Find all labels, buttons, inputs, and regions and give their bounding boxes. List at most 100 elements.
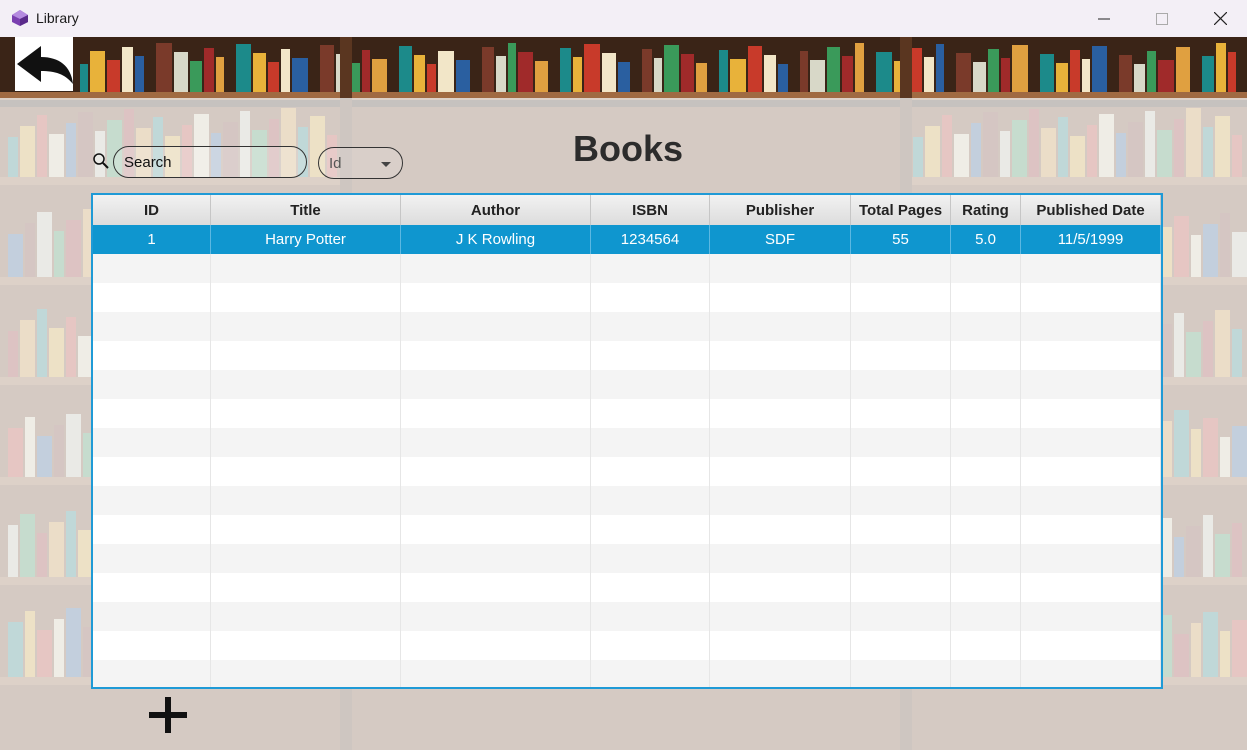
add-book-button[interactable] — [148, 696, 188, 734]
empty-cell — [851, 428, 951, 457]
decorative-book — [1056, 63, 1068, 92]
plus-icon — [149, 697, 187, 733]
empty-cell — [591, 254, 710, 283]
decorative-book — [399, 46, 412, 92]
cell-published-date: 11/5/1999 — [1021, 225, 1161, 254]
empty-cell — [591, 660, 710, 687]
empty-cell — [1021, 602, 1161, 631]
empty-cell — [211, 312, 401, 341]
empty-cell — [591, 544, 710, 573]
back-button[interactable] — [15, 42, 75, 88]
empty-cell — [710, 283, 851, 312]
column-header-isbn[interactable]: ISBN — [591, 195, 710, 225]
empty-cell — [851, 254, 951, 283]
empty-table-row — [93, 399, 1161, 428]
decorative-book — [800, 51, 808, 92]
empty-cell — [93, 573, 211, 602]
decorative-book — [936, 44, 944, 92]
empty-cell — [710, 399, 851, 428]
empty-cell — [401, 283, 591, 312]
empty-cell — [951, 457, 1021, 486]
table-row[interactable]: 1 Harry Potter J K Rowling 1234564 SDF 5… — [93, 225, 1161, 254]
empty-cell — [1021, 370, 1161, 399]
empty-cell — [951, 544, 1021, 573]
column-header-total-pages[interactable]: Total Pages — [851, 195, 951, 225]
empty-cell — [710, 573, 851, 602]
empty-cell — [951, 660, 1021, 687]
empty-cell — [591, 399, 710, 428]
cell-rating: 5.0 — [951, 225, 1021, 254]
empty-cell — [951, 573, 1021, 602]
empty-cell — [401, 254, 591, 283]
search-input[interactable] — [113, 146, 307, 178]
decorative-book — [842, 56, 853, 92]
empty-cell — [93, 602, 211, 631]
search-icon — [93, 153, 109, 169]
decorative-book — [320, 45, 334, 92]
decorative-book — [236, 44, 251, 92]
empty-cell — [211, 428, 401, 457]
decorative-book — [730, 59, 746, 92]
cell-total-pages: 55 — [851, 225, 951, 254]
back-arrow-icon — [17, 46, 73, 84]
maximize-button[interactable] — [1133, 0, 1191, 37]
search-field-select[interactable]: Id — [318, 147, 403, 179]
empty-cell — [851, 544, 951, 573]
decorative-book — [122, 47, 133, 92]
empty-cell — [851, 341, 951, 370]
decorative-book — [518, 52, 533, 92]
column-header-publisher[interactable]: Publisher — [710, 195, 851, 225]
chevron-down-icon — [381, 162, 391, 167]
empty-cell — [1021, 341, 1161, 370]
decorative-book — [535, 61, 548, 92]
empty-cell — [401, 370, 591, 399]
empty-cell — [401, 486, 591, 515]
empty-table-row — [93, 515, 1161, 544]
empty-cell — [93, 631, 211, 660]
decorative-book — [1119, 55, 1132, 92]
empty-cell — [1021, 312, 1161, 341]
empty-cell — [591, 486, 710, 515]
empty-cell — [401, 457, 591, 486]
empty-table-row — [93, 660, 1161, 687]
decorative-book — [1158, 60, 1174, 92]
column-header-rating[interactable]: Rating — [951, 195, 1021, 225]
empty-cell — [93, 428, 211, 457]
decorative-book — [681, 54, 694, 92]
decorative-book — [253, 53, 266, 92]
empty-cell — [401, 544, 591, 573]
column-header-published-date[interactable]: Published Date — [1021, 195, 1161, 225]
decorative-book — [80, 64, 88, 92]
empty-cell — [93, 457, 211, 486]
empty-cell — [591, 515, 710, 544]
empty-table-row — [93, 573, 1161, 602]
decorative-book — [988, 49, 999, 92]
column-header-author[interactable]: Author — [401, 195, 591, 225]
table-body: 1 Harry Potter J K Rowling 1234564 SDF 5… — [93, 225, 1161, 687]
empty-cell — [951, 428, 1021, 457]
minimize-button[interactable] — [1075, 0, 1133, 37]
decorative-book — [810, 60, 825, 92]
empty-cell — [211, 457, 401, 486]
decorative-book — [764, 55, 776, 92]
empty-cell — [710, 515, 851, 544]
decorative-book — [1001, 58, 1010, 92]
empty-cell — [710, 631, 851, 660]
column-header-id[interactable]: ID — [93, 195, 211, 225]
empty-table-row — [93, 631, 1161, 660]
empty-table-row — [93, 312, 1161, 341]
empty-cell — [1021, 544, 1161, 573]
empty-cell — [211, 544, 401, 573]
close-button[interactable] — [1191, 0, 1247, 37]
empty-cell — [951, 283, 1021, 312]
empty-cell — [951, 602, 1021, 631]
column-header-title[interactable]: Title — [211, 195, 401, 225]
books-table[interactable]: ID Title Author ISBN Publisher Total Pag… — [91, 193, 1163, 689]
empty-cell — [401, 428, 591, 457]
page-title: Books — [572, 128, 684, 169]
empty-cell — [211, 602, 401, 631]
minimize-icon — [1098, 18, 1110, 19]
empty-cell — [211, 573, 401, 602]
decorative-book — [107, 60, 120, 92]
empty-cell — [951, 515, 1021, 544]
